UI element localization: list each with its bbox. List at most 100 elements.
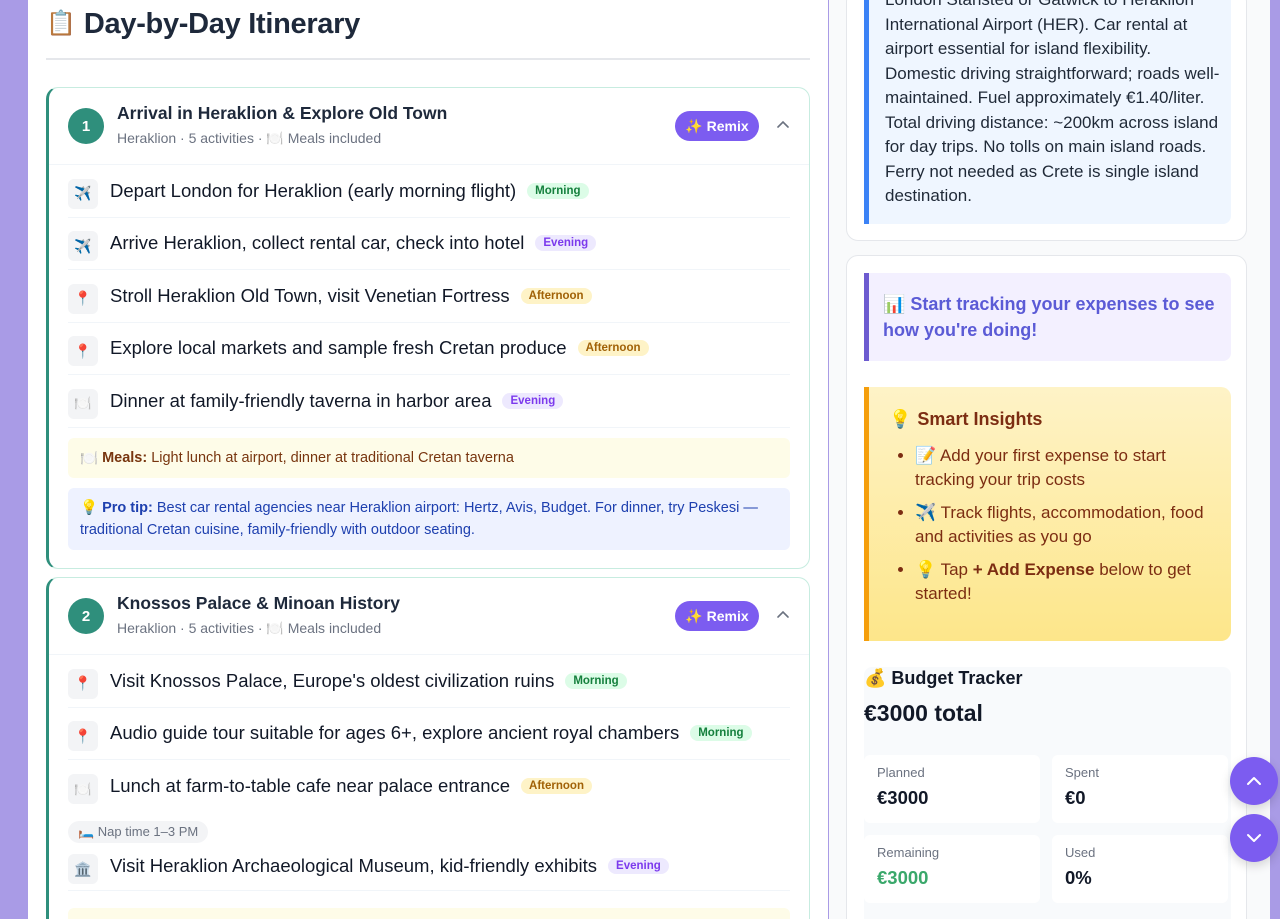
scroll-down-button[interactable] [1230, 814, 1278, 862]
nap-time-chip: 🛏️ Nap time 1–3 PM [68, 820, 209, 843]
stat-value: €0 [1065, 787, 1086, 808]
day-location: Heraklion [117, 130, 177, 146]
meals-text: Light lunch at airport, dinner at tradit… [151, 450, 514, 466]
stat-label: Planned [877, 765, 925, 780]
activity-text: Visit Knossos Palace, Europe's oldest ci… [110, 669, 555, 691]
stat-value: €3000 [877, 867, 929, 888]
insight-text: Tap [940, 560, 969, 579]
expense-tracker-card: 📊 Start tracking your expenses to see ho… [846, 255, 1247, 919]
activity-item[interactable]: ✈️ Arrive Heraklion, collect rental car,… [68, 218, 790, 270]
airplane-icon: ✈️ [915, 503, 937, 522]
utensils-icon: 🍽️ [68, 774, 98, 805]
activity-text: Visit Heraklion Archaeological Museum, k… [110, 855, 598, 876]
transport-info: London Stansted or Gatwick to Heraklion … [864, 0, 1231, 224]
chevron-down-icon [1247, 834, 1261, 842]
budget-heading: Budget Tracker [891, 668, 1023, 688]
stat-value: 0% [1065, 867, 1092, 888]
day-meals-label: · 🍽️ Meals included [257, 130, 382, 146]
activity-text: Arrive Heraklion, collect rental car, ch… [110, 232, 525, 254]
airplane-icon: ✈️ [68, 231, 98, 262]
budget-tracker: 💰 Budget Tracker €3000 total Planned €30… [864, 667, 1231, 919]
transport-card: London Stansted or Gatwick to Heraklion … [846, 0, 1247, 241]
activity-item[interactable]: 🍽️ Dinner at family-friendly taverna in … [68, 375, 790, 428]
meals-label: Meals: [102, 450, 148, 466]
chevron-up-icon [1247, 777, 1261, 785]
header-divider [46, 58, 810, 60]
day-location: Heraklion [117, 620, 177, 636]
insight-item: ✈️ Track flights, accommodation, food an… [915, 501, 1211, 549]
budget-total: €3000 total [864, 700, 983, 726]
time-tag: Morning [565, 672, 627, 689]
activity-text: Stroll Heraklion Old Town, visit Venetia… [110, 284, 510, 306]
day-title: Knossos Palace & Minoan History [117, 593, 400, 613]
time-tag: Afternoon [521, 778, 592, 795]
day-header[interactable]: 2 Knossos Palace & Minoan History Herakl… [49, 578, 809, 655]
activity-item[interactable]: 📍 Visit Knossos Palace, Europe's oldest … [68, 655, 790, 708]
sidebar: London Stansted or Gatwick to Heraklion … [829, 0, 1270, 919]
lightbulb-icon: 💡 [915, 560, 937, 579]
lightbulb-icon: 💡 [80, 500, 99, 516]
pin-icon: 📍 [68, 721, 98, 752]
itinerary-header: 📋 Day-by-Day Itinerary [46, 6, 360, 42]
activity-item[interactable]: 🍽️ Lunch at farm-to-table cafe near pala… [68, 760, 790, 813]
day-number-badge: 2 [68, 598, 104, 634]
activity-text: Lunch at farm-to-table cafe near palace … [110, 775, 511, 797]
pro-tip: 💡 Pro tip: Best car rental agencies near… [68, 488, 790, 550]
day-activities-count: · 5 activities [180, 130, 254, 146]
activity-text: Depart London for Heraklion (early morni… [110, 179, 517, 201]
pin-icon: 📍 [68, 336, 98, 367]
day-card-2: 2 Knossos Palace & Minoan History Herakl… [46, 577, 810, 919]
stat-label: Remaining [877, 845, 940, 860]
insight-item: 💡 Tap + Add Expense below to get started… [915, 558, 1211, 606]
day-card-1: 1 Arrival in Heraklion & Explore Old Tow… [46, 87, 810, 569]
stat-spent: Spent €0 [1052, 755, 1228, 823]
day-meta: Heraklion · 5 activities · 🍽️ Meals incl… [117, 130, 381, 147]
smart-insights: 💡 Smart Insights 📝 Add your first expens… [864, 387, 1231, 641]
stat-used: Used 0% [1052, 835, 1228, 903]
remix-button[interactable]: ✨ Remix [675, 111, 759, 141]
lightbulb-icon: 💡 [889, 409, 912, 429]
money-bag-icon: 💰 [864, 668, 887, 688]
time-tag: Evening [502, 392, 564, 409]
pro-tip-label: Pro tip: [102, 500, 153, 516]
stat-planned: Planned €3000 [864, 755, 1040, 823]
meals-note: 🍽️ Meals: Light lunch at airport, dinner… [68, 438, 790, 478]
utensils-icon: 🍽️ [68, 388, 98, 419]
utensils-icon: 🍽️ [80, 450, 99, 467]
pin-icon: 📍 [68, 668, 98, 699]
insight-text: Track flights, accommodation, food and a… [915, 503, 1204, 546]
memo-icon: 📝 [915, 446, 937, 465]
stat-value: €3000 [877, 787, 929, 808]
activity-item[interactable]: 📍 Audio guide tour suitable for ages 6+,… [68, 708, 790, 760]
airplane-icon: ✈️ [68, 178, 98, 209]
collapse-button[interactable] [773, 115, 793, 135]
insights-heading: Smart Insights [917, 409, 1043, 429]
day-number-badge: 1 [68, 108, 104, 144]
activity-item[interactable]: ✈️ Depart London for Heraklion (early mo… [68, 165, 790, 218]
insights-title: 💡 Smart Insights [889, 409, 1211, 430]
remix-button[interactable]: ✨ Remix [675, 601, 759, 631]
scroll-up-button[interactable] [1230, 757, 1278, 805]
day-meals-label: · 🍽️ Meals included [257, 620, 382, 636]
activity-text: Dinner at family-friendly taverna in har… [110, 389, 492, 411]
pin-icon: 📍 [68, 283, 98, 314]
activity-item[interactable]: 📍 Stroll Heraklion Old Town, visit Venet… [68, 270, 790, 323]
itinerary-title: Day-by-Day Itinerary [83, 8, 360, 40]
time-tag: Morning [527, 182, 589, 199]
activity-item[interactable]: 🏛️ Visit Heraklion Archaeological Museum… [68, 843, 790, 891]
add-expense-hint: + Add Expense [972, 560, 1095, 579]
tracking-prompt: 📊 Start tracking your expenses to see ho… [864, 273, 1231, 361]
stat-remaining: Remaining €3000 [864, 835, 1040, 903]
day-title: Arrival in Heraklion & Explore Old Town [117, 103, 448, 123]
activity-text: Audio guide tour suitable for ages 6+, e… [110, 722, 680, 744]
collapse-button[interactable] [773, 605, 793, 625]
clipboard-icon: 📋 [46, 10, 76, 37]
time-tag: Evening [535, 235, 597, 252]
itinerary-panel: 📋 Day-by-Day Itinerary 1 Arrival in Hera… [28, 0, 828, 919]
day-header[interactable]: 1 Arrival in Heraklion & Explore Old Tow… [49, 88, 809, 165]
pro-tip-text: Best car rental agencies near Heraklion … [80, 500, 758, 538]
transport-text: London Stansted or Gatwick to Heraklion … [885, 0, 1220, 205]
insight-text: Add your first expense to start tracking… [915, 446, 1166, 489]
day-activities-count: · 5 activities [180, 620, 254, 636]
activity-item[interactable]: 📍 Explore local markets and sample fresh… [68, 323, 790, 375]
